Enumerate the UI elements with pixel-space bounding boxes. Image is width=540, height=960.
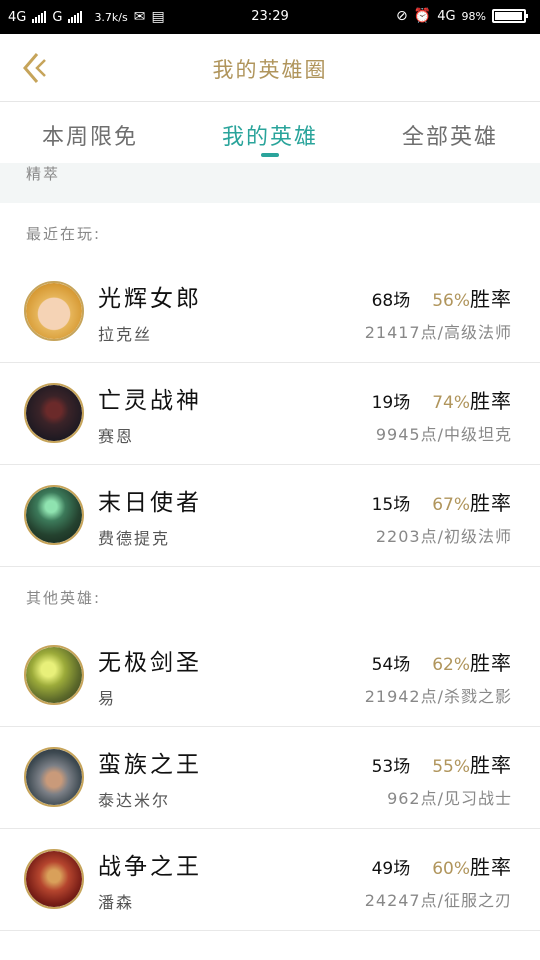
hero-title: 潘森	[98, 893, 135, 912]
games-count: 19场	[371, 393, 411, 413]
hero-stats: 19场 74% 胜率	[372, 385, 512, 414]
hero-points: 962点/见习战士	[387, 789, 512, 808]
games-count: 49场	[371, 859, 411, 879]
section-title: 其他英雄:	[26, 589, 102, 607]
hero-title: 赛恩	[98, 427, 135, 446]
alarm-icon: ⏰	[413, 8, 432, 24]
games-count: 68场	[371, 291, 411, 311]
hero-name: 亡灵战神	[98, 388, 202, 414]
battery-icon	[492, 9, 528, 23]
hero-title: 泰达米尔	[98, 791, 171, 810]
partial-section-label: 精萃	[26, 165, 61, 183]
hero-row[interactable]: 无极剑圣 易 54场 62% 胜率 21942点/杀戮之影	[0, 625, 540, 727]
hero-stats: 68场 56% 胜率	[372, 283, 512, 312]
hero-row[interactable]: 蛮族之王 泰达米尔 53场 55% 胜率 962点/见习战士	[0, 727, 540, 829]
hero-title: 费德提克	[98, 529, 171, 548]
partial-section: 精萃	[0, 163, 540, 203]
games-count: 53场	[371, 757, 411, 777]
page-title: 我的英雄圈	[212, 58, 328, 82]
tab-my-heroes-label: 我的英雄	[221, 125, 318, 150]
hero-points: 2203点/初级法师	[375, 527, 512, 546]
tab-all-heroes[interactable]: 全部英雄	[360, 103, 540, 163]
win-rate: 74%	[432, 393, 470, 413]
hero-points: 24247点/征服之刃	[364, 891, 512, 910]
hero-name: 末日使者	[98, 490, 202, 516]
win-rate-label: 胜率	[470, 753, 512, 777]
section-header-recent: 最近在玩:	[0, 203, 540, 261]
hero-title: 易	[98, 689, 117, 708]
battery-percent: 98%	[461, 9, 486, 23]
hero-avatar	[24, 485, 84, 545]
hero-points: 21942点/杀戮之影	[364, 687, 512, 706]
hero-title: 拉克丝	[98, 325, 153, 344]
hero-row[interactable]: 光辉女郎 拉克丝 68场 56% 胜率 21417点/高级法师	[0, 261, 540, 363]
hero-row[interactable]: 亡灵战神 赛恩 19场 74% 胜率 9945点/中级坦克	[0, 363, 540, 465]
tab-weekly-free[interactable]: 本周限免	[0, 103, 180, 163]
hero-name: 战争之王	[98, 854, 202, 880]
mute-icon: ⊘	[396, 8, 408, 24]
win-rate-label: 胜率	[470, 651, 512, 675]
tab-bar: 本周限免 我的英雄 全部英雄	[0, 103, 540, 163]
active-tab-indicator	[261, 153, 279, 157]
win-rate-label: 胜率	[470, 389, 512, 413]
hero-avatar	[24, 645, 84, 705]
hero-points: 21417点/高级法师	[364, 323, 512, 342]
hero-avatar	[24, 383, 84, 443]
games-count: 15场	[371, 495, 411, 515]
hero-points: 9945点/中级坦克	[375, 425, 512, 444]
hero-name: 光辉女郎	[98, 286, 202, 312]
win-rate: 55%	[432, 757, 470, 777]
hero-name: 蛮族之王	[98, 752, 202, 778]
win-rate-label: 胜率	[470, 855, 512, 879]
tab-my-heroes[interactable]: 我的英雄	[180, 103, 360, 163]
win-rate-label: 胜率	[470, 287, 512, 311]
hero-avatar	[24, 849, 84, 909]
hero-name: 无极剑圣	[98, 650, 202, 676]
hero-avatar	[24, 281, 84, 341]
network-type-label-3: 4G	[437, 8, 456, 24]
section-title: 最近在玩:	[26, 225, 102, 243]
games-count: 54场	[371, 655, 411, 675]
status-bar: 4G G 3.7k/s ✉ ▤ 23:29 ⊘ ⏰ 4G 98%	[0, 0, 540, 34]
win-rate: 67%	[432, 495, 470, 515]
section-header-other: 其他英雄:	[0, 567, 540, 625]
hero-stats: 54场 62% 胜率	[372, 647, 512, 676]
hero-stats: 15场 67% 胜率	[372, 487, 512, 516]
hero-stats: 53场 55% 胜率	[372, 749, 512, 778]
win-rate: 56%	[432, 291, 470, 311]
hero-avatar	[24, 747, 84, 807]
hero-row[interactable]: 末日使者 费德提克 15场 67% 胜率 2203点/初级法师	[0, 465, 540, 567]
hero-list: 最近在玩: 光辉女郎 拉克丝 68场 56% 胜率 21417点/高级法师 亡灵…	[0, 203, 540, 931]
hero-stats: 49场 60% 胜率	[372, 851, 512, 880]
title-bar: 我的英雄圈	[0, 34, 540, 102]
hero-row[interactable]: 战争之王 潘森 49场 60% 胜率 24247点/征服之刃	[0, 829, 540, 931]
win-rate: 60%	[432, 859, 470, 879]
win-rate-label: 胜率	[470, 491, 512, 515]
win-rate: 62%	[432, 655, 470, 675]
